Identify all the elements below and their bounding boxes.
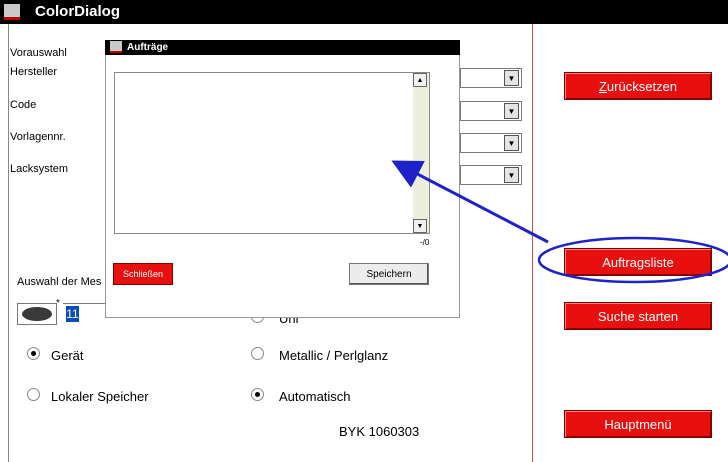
- annotation-ellipse: [537, 236, 728, 284]
- annotation-overlay: [391, 160, 728, 284]
- annotation-arrow: [391, 160, 549, 244]
